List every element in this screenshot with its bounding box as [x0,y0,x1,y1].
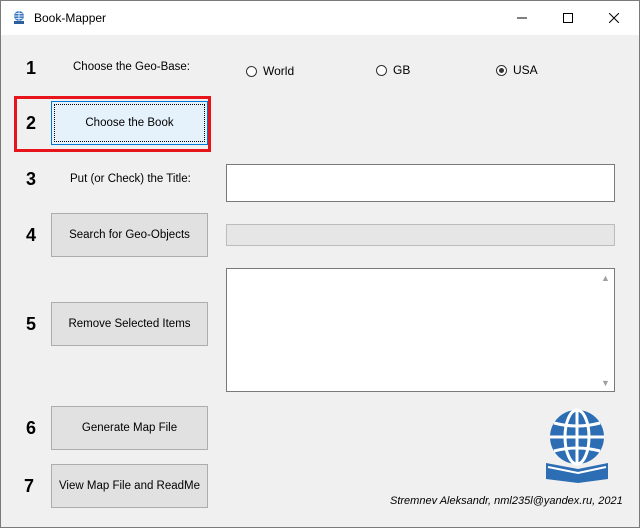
title-label: Put (or Check) the Title: [70,173,191,185]
remove-selected-label: Remove Selected Items [68,318,191,330]
minimize-button[interactable] [499,1,545,35]
window-title: Book-Mapper [34,11,107,25]
scroll-up-icon[interactable]: ▲ [598,270,613,285]
step-number-6: 6 [26,418,37,438]
view-map-readme-button[interactable]: View Map File and ReadMe [51,464,208,508]
choose-book-button[interactable]: Choose the Book [51,101,208,145]
remove-selected-button[interactable]: Remove Selected Items [51,302,208,346]
step-number-3: 3 [26,169,37,189]
geo-base-label: Choose the Geo-Base: [73,61,190,73]
generate-map-label: Generate Map File [81,422,178,434]
step-number-7: 7 [24,476,35,496]
radio-usa-label: USA [513,63,538,77]
search-geo-objects-label: Search for Geo-Objects [69,229,190,241]
geo-objects-list[interactable]: ▲ ▼ [226,268,615,392]
scroll-down-icon[interactable]: ▼ [598,375,613,390]
radio-circle-checked [496,64,507,76]
progress-bar [226,224,615,246]
radio-world-label: World [263,64,295,78]
close-button[interactable] [591,1,637,35]
maximize-button[interactable] [545,1,591,35]
radio-gb[interactable]: GB [376,63,410,77]
radio-circle [376,64,387,76]
radio-usa[interactable]: USA [496,63,538,77]
step-number-1: 1 [26,58,37,78]
radio-circle [246,65,257,77]
radio-gb-label: GB [393,63,411,77]
globe-book-logo [546,408,608,483]
step-number-5: 5 [26,314,37,334]
step-number-4: 4 [26,225,37,245]
radio-world[interactable]: World [246,64,294,78]
view-map-readme-label: View Map File and ReadMe [58,480,201,492]
title-bar: Book-Mapper [1,1,639,35]
minimize-icon [517,17,527,19]
focus-rect [54,104,205,142]
close-icon [609,13,619,23]
title-input[interactable] [226,164,615,202]
globe-book-icon [14,11,24,24]
app-window: Book-Mapper 1 Choose the Geo-Base: World… [0,0,640,528]
author-footer: Stremnev Aleksandr, nml235l@yandex.ru, 2… [390,495,623,507]
search-geo-objects-button[interactable]: Search for Geo-Objects [51,213,208,257]
maximize-icon [563,13,573,23]
generate-map-button[interactable]: Generate Map File [51,406,208,450]
